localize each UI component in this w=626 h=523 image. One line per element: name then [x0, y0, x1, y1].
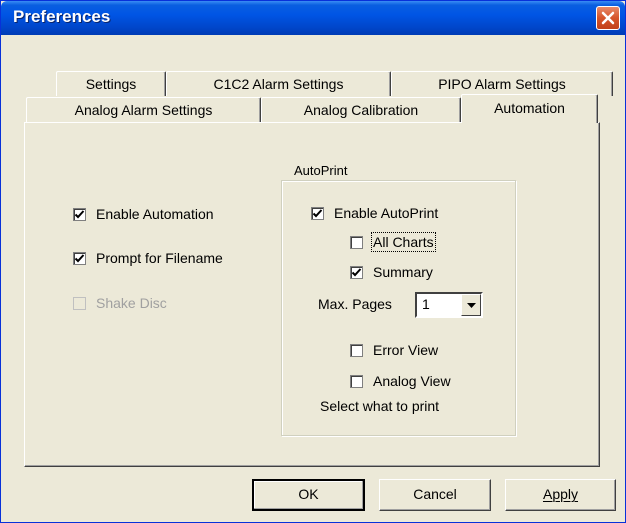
enable-automation-label: Enable Automation: [96, 206, 214, 222]
analog-view-box[interactable]: [350, 374, 363, 388]
prompt-filename-checkbox[interactable]: Prompt for Filename: [73, 249, 223, 267]
error-view-box[interactable]: [350, 343, 363, 357]
cancel-button[interactable]: Cancel: [379, 479, 491, 511]
prompt-filename-box[interactable]: [73, 251, 86, 265]
max-pages-value: 1: [422, 296, 430, 312]
summary-box[interactable]: [350, 265, 363, 279]
apply-button[interactable]: Apply: [505, 479, 616, 511]
tab-c1c2-alarm-settings[interactable]: C1C2 Alarm Settings: [166, 71, 391, 96]
analog-view-label: Analog View: [373, 373, 451, 389]
title-bar[interactable]: Preferences: [1, 1, 625, 35]
chevron-down-icon: [466, 302, 476, 308]
enable-autoprint-label: Enable AutoPrint: [334, 205, 439, 221]
max-pages-select[interactable]: 1: [415, 292, 483, 318]
autoprint-group-title: AutoPrint: [291, 163, 351, 178]
close-icon: [601, 11, 615, 25]
summary-checkbox[interactable]: Summary: [350, 263, 433, 281]
enable-autoprint-checkbox[interactable]: Enable AutoPrint: [311, 204, 438, 222]
shake-disc-box: [73, 296, 86, 310]
enable-autoprint-box[interactable]: [311, 206, 324, 220]
tab-pipo-alarm-settings[interactable]: PIPO Alarm Settings: [391, 71, 613, 96]
tab-analog-alarm-settings[interactable]: Analog Alarm Settings: [26, 97, 261, 122]
shake-disc-label: Shake Disc: [96, 295, 167, 311]
prompt-filename-label: Prompt for Filename: [96, 250, 223, 266]
ok-button[interactable]: OK: [252, 479, 365, 511]
close-button[interactable]: [596, 6, 620, 30]
preferences-dialog: Preferences Settings C1C2 Alarm Settings…: [0, 0, 626, 523]
max-pages-label: Max. Pages: [318, 296, 392, 312]
checkmark-icon: [351, 267, 362, 276]
analog-view-checkbox[interactable]: Analog View: [350, 372, 451, 390]
enable-automation-checkbox[interactable]: Enable Automation: [73, 205, 214, 223]
dropdown-button[interactable]: [461, 294, 481, 316]
window-title: Preferences: [13, 7, 111, 26]
all-charts-checkbox[interactable]: All Charts: [350, 232, 436, 252]
tab-settings[interactable]: Settings: [56, 71, 166, 96]
tab-analog-calibration[interactable]: Analog Calibration: [261, 97, 461, 122]
shake-disc-checkbox: Shake Disc: [73, 294, 167, 312]
error-view-checkbox[interactable]: Error View: [350, 341, 438, 359]
autoprint-hint: Select what to print: [320, 398, 440, 414]
summary-label: Summary: [373, 264, 433, 280]
checkmark-icon: [312, 208, 323, 217]
all-charts-box[interactable]: [350, 235, 363, 249]
error-view-label: Error View: [373, 342, 439, 358]
all-charts-label: All Charts: [371, 232, 436, 252]
apply-label: Apply: [542, 486, 579, 502]
checkmark-icon: [74, 253, 85, 262]
checkmark-icon: [74, 209, 85, 218]
tab-automation[interactable]: Automation: [461, 94, 598, 123]
enable-automation-box[interactable]: [73, 207, 86, 221]
